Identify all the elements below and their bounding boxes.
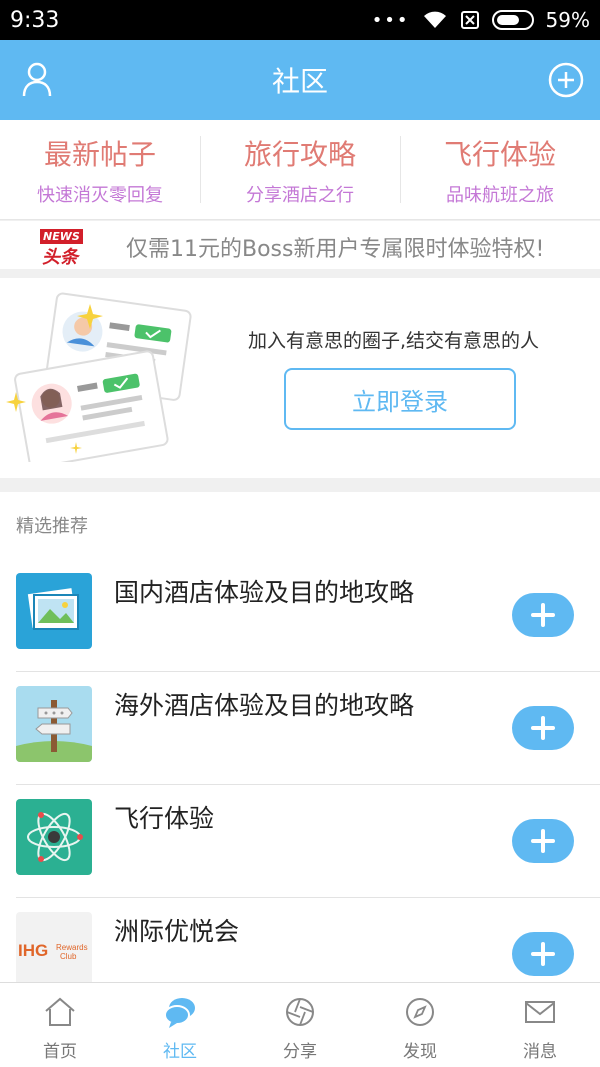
ihg-logo-sub: Rewards (56, 943, 88, 952)
join-button[interactable] (512, 593, 574, 637)
ihg-logo-text: IHG (18, 941, 48, 960)
join-button[interactable] (512, 819, 574, 863)
status-time: 9:33 (10, 7, 60, 33)
category-travel-guide[interactable]: 旅行攻略 分享酒店之行 (200, 120, 400, 219)
add-circle-icon[interactable] (548, 62, 584, 98)
chat-icon (164, 998, 195, 1028)
battery-percent: 59% (545, 8, 590, 32)
home-icon (45, 997, 75, 1026)
ihg-logo-sub: Club (60, 952, 77, 961)
list-item[interactable]: IHG Rewards Club 洲际优悦会 (16, 898, 600, 982)
login-button[interactable]: 立即登录 (284, 368, 516, 430)
category-title: 最新帖子 (43, 137, 156, 171)
tab-label: 首页 (43, 1042, 77, 1062)
login-card: 加入有意思的圈子,结交有意思的人 立即登录 (0, 278, 600, 478)
ihg-logo: IHG Rewards Club (16, 912, 92, 982)
tab-label: 社区 (163, 1042, 197, 1062)
item-title: 洲际优悦会 (114, 917, 240, 946)
mail-icon (525, 1001, 555, 1023)
atom-icon (16, 799, 92, 875)
join-button[interactable] (512, 932, 574, 976)
tab-home[interactable]: 首页 (0, 983, 120, 1067)
list-item[interactable]: 飞行体验 (16, 785, 600, 898)
aperture-icon (286, 998, 314, 1026)
status-bar: 9:33 ••• 59% (0, 0, 600, 40)
bottom-tab-bar: 首页 社区 分享 发现 消息 (0, 982, 600, 1067)
tab-messages[interactable]: 消息 (480, 983, 600, 1067)
tab-share[interactable]: 分享 (240, 983, 360, 1067)
news-ticker[interactable]: NEWS 头条 仅需11元的Boss新用户专属限时体验特权! (0, 221, 600, 269)
tab-label: 消息 (523, 1042, 557, 1062)
category-latest-posts[interactable]: 最新帖子 快速消灭零回复 (0, 120, 200, 219)
news-headline[interactable]: 仅需11元的Boss新用户专属限时体验特权! (126, 231, 544, 263)
news-logo: NEWS 头条 (40, 229, 86, 268)
list-item[interactable]: 海外酒店体验及目的地攻略 (16, 672, 600, 785)
user-icon[interactable] (22, 62, 52, 98)
tab-community[interactable]: 社区 (120, 983, 240, 1067)
status-indicators: ••• 59% (372, 8, 590, 32)
signpost-icon (16, 686, 92, 762)
category-title: 飞行体验 (443, 137, 556, 171)
item-title: 海外酒店体验及目的地攻略 (114, 691, 415, 720)
category-subtitle: 品味航班之旅 (446, 184, 554, 206)
category-bar: 最新帖子 快速消灭零回复 旅行攻略 分享酒店之行 飞行体验 品味航班之旅 (0, 120, 600, 220)
tab-discover[interactable]: 发现 (360, 983, 480, 1067)
join-button[interactable] (512, 706, 574, 750)
news-logo-top: NEWS (40, 229, 83, 244)
category-flight-experience[interactable]: 飞行体验 品味航班之旅 (400, 120, 600, 219)
app-header: 社区 (0, 40, 600, 120)
category-subtitle: 快速消灭零回复 (37, 184, 163, 206)
login-slogan: 加入有意思的圈子,结交有意思的人 (248, 330, 540, 352)
news-logo-bottom: 头条 (42, 247, 78, 268)
item-title: 飞行体验 (114, 804, 215, 833)
battery-icon (491, 10, 534, 30)
signal-dots: ••• (371, 9, 410, 31)
recommended-section: 精选推荐 国内酒店体验及目的地攻略 海外酒店体验及目的地攻略 飞行体验 IHG … (0, 492, 600, 982)
category-title: 旅行攻略 (243, 137, 356, 171)
list-item[interactable]: 国内酒店体验及目的地攻略 (16, 559, 600, 672)
wifi-icon (423, 11, 446, 28)
sim-icon (460, 11, 479, 29)
compass-icon (406, 998, 434, 1026)
profile-cards-illustration (6, 292, 192, 462)
photo-icon (16, 573, 92, 649)
category-subtitle: 分享酒店之行 (246, 184, 354, 206)
item-title: 国内酒店体验及目的地攻略 (114, 578, 415, 607)
tab-label: 分享 (283, 1042, 317, 1062)
page-title: 社区 (271, 65, 328, 98)
section-header: 精选推荐 (16, 516, 88, 537)
tab-label: 发现 (403, 1042, 437, 1062)
